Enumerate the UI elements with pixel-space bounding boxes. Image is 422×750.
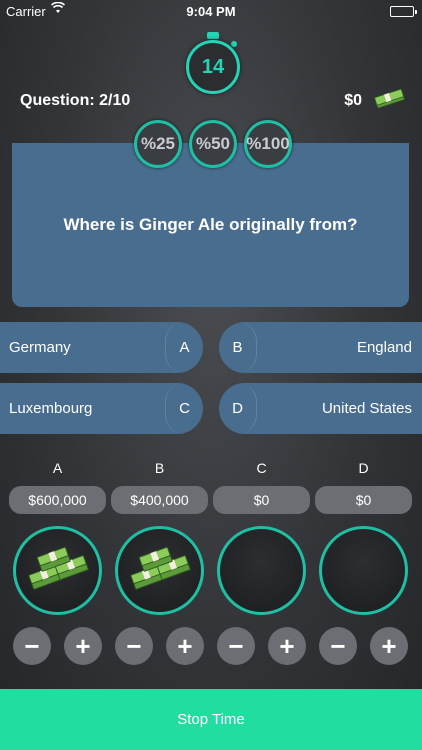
bet-letter: B [154,460,165,476]
question-counter: Question: 2/10 [20,92,131,109]
answer-d-button[interactable]: D United States [219,383,422,434]
increase-bet-b-button[interactable]: + [166,627,204,665]
cash-stack-icon [374,88,405,109]
bet-letter: C [256,460,267,476]
countdown-timer: 14 [186,40,240,94]
bet-column-b: B $400,000 − + [111,460,208,665]
answer-letter: C [165,383,203,434]
question-text: Where is Ginger Ale originally from? [63,215,358,234]
stop-time-label: Stop Time [177,711,245,728]
bet-drop-zone-b[interactable] [115,526,204,615]
status-bar: Carrier 9:04 PM [0,0,422,22]
bet-column-c: C $0 − + [213,460,310,665]
lifeline-label: %50 [195,134,231,153]
bet-letter: A [52,460,63,476]
clock: 9:04 PM [186,4,236,19]
answer-text: Luxembourg [9,400,93,417]
lifeline-50-button[interactable]: %50 [189,120,237,168]
money-total: $0 [344,92,362,109]
stopwatch-knob-icon [207,32,219,39]
increase-bet-d-button[interactable]: + [370,627,408,665]
bet-letter: D [358,460,369,476]
bet-drop-zone-a[interactable] [13,526,102,615]
answer-letter: A [165,322,203,373]
decrease-bet-d-button[interactable]: − [319,627,357,665]
bet-amount: $0 [315,486,412,514]
lifeline-label: %100 [246,134,290,153]
decrease-bet-a-button[interactable]: − [13,627,51,665]
battery-icon [390,6,417,17]
bet-drop-zone-d[interactable] [319,526,408,615]
timer-value: 14 [201,55,225,78]
bet-drop-zone-c[interactable] [217,526,306,615]
answer-letter: D [219,383,257,434]
answer-text: United States [321,400,412,417]
lifeline-25-button[interactable]: %25 [134,120,182,168]
bet-amount: $400,000 [111,486,208,514]
bet-amount: $0 [213,486,310,514]
increase-bet-c-button[interactable]: + [268,627,306,665]
answer-a-button[interactable]: Germany A [0,322,203,373]
lifeline-label: %25 [140,134,176,153]
increase-bet-a-button[interactable]: + [64,627,102,665]
cash-pile-icon [27,546,89,590]
bet-column-d: D $0 − + [315,460,412,665]
stopwatch-button-icon [231,41,237,47]
answer-text: Germany [9,339,71,356]
answer-c-button[interactable]: Luxembourg C [0,383,203,434]
cash-pile-icon [129,546,191,590]
stop-time-button[interactable]: Stop Time [0,689,422,750]
answer-letter: B [219,322,257,373]
lifeline-100-button[interactable]: %100 [244,120,292,168]
bet-amount: $600,000 [9,486,106,514]
decrease-bet-b-button[interactable]: − [115,627,153,665]
answer-b-button[interactable]: B England [219,322,422,373]
decrease-bet-c-button[interactable]: − [217,627,255,665]
bet-column-a: A $600,000 − + [9,460,106,665]
answer-text: England [356,339,412,356]
